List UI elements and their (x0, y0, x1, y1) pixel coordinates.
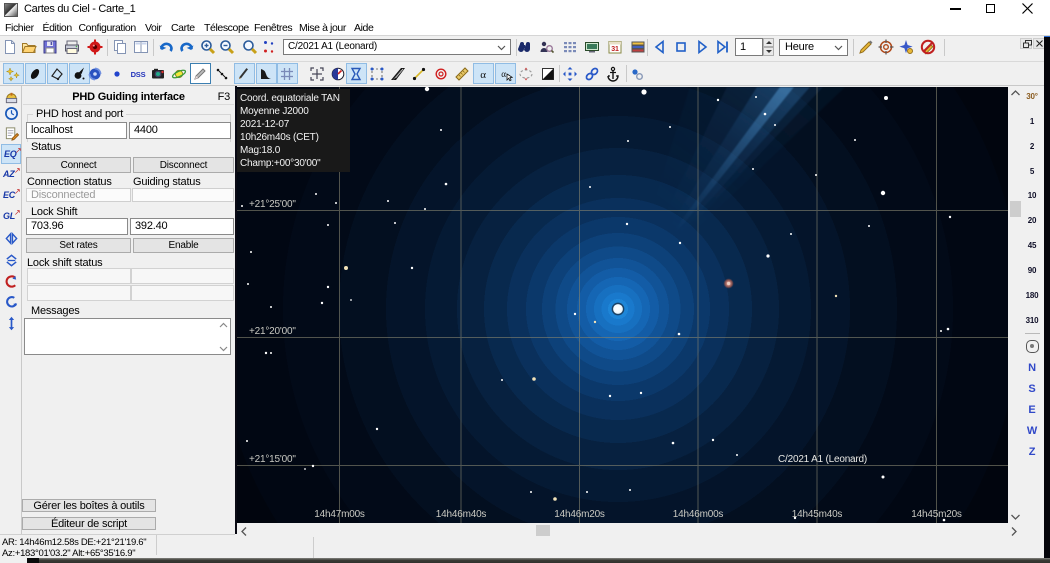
svg-text:+21°20'00": +21°20'00" (249, 326, 296, 337)
svg-text:31: 31 (611, 46, 619, 53)
svg-text:DSS: DSS (131, 70, 146, 79)
svg-text:14h46m40s: 14h46m40s (436, 509, 487, 520)
svg-text:14h46m20s: 14h46m20s (554, 509, 605, 520)
svg-text:14h45m20s: 14h45m20s (911, 509, 962, 520)
svg-text:14h47m00s: 14h47m00s (314, 509, 365, 520)
svg-text:14h45m40s: 14h45m40s (792, 509, 843, 520)
svg-text:14h46m00s: 14h46m00s (673, 509, 724, 520)
svg-text:+21°15'00": +21°15'00" (249, 454, 296, 465)
svg-text:C/2021 A1 (Leonard): C/2021 A1 (Leonard) (778, 454, 867, 465)
svg-text:α: α (480, 69, 486, 81)
svg-text:+21°25'00": +21°25'00" (249, 199, 296, 210)
svg-text:α: α (501, 69, 506, 79)
